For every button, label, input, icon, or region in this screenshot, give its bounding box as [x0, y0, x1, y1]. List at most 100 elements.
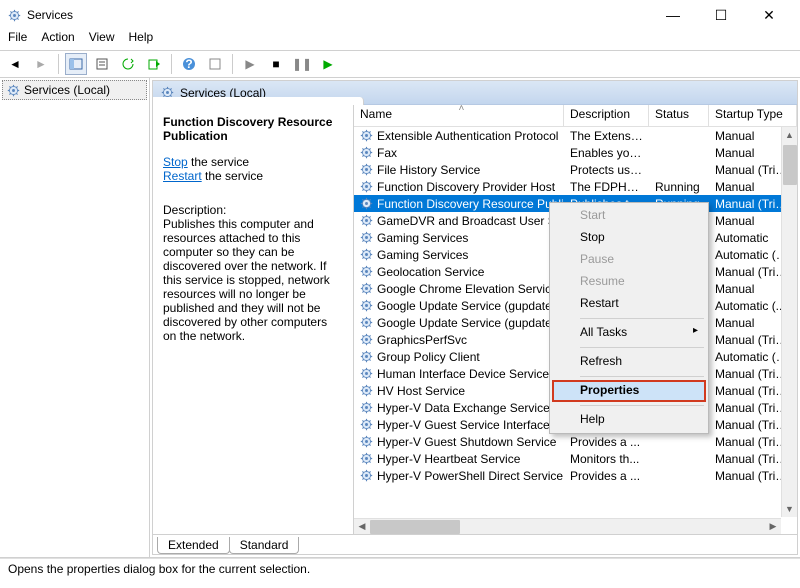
forward-button[interactable]: ►	[30, 53, 52, 75]
cell-name: Fax	[377, 146, 397, 160]
export-button[interactable]	[143, 53, 165, 75]
horizontal-scrollbar[interactable]: ◀ ▶	[354, 518, 781, 534]
ctx-stop[interactable]: Stop	[552, 227, 706, 249]
gear-icon	[360, 214, 373, 227]
ctx-refresh[interactable]: Refresh	[552, 351, 706, 373]
gear-icon	[7, 84, 20, 97]
cell-name: Gaming Services	[377, 248, 468, 262]
maximize-button[interactable]: ☐	[706, 7, 736, 24]
ctx-all-tasks[interactable]: All Tasks	[552, 322, 706, 344]
service-row[interactable]: Hyper-V Heartbeat ServiceMonitors th...M…	[354, 450, 797, 467]
menu-view[interactable]: View	[89, 30, 115, 50]
description-label: Description:	[163, 203, 343, 217]
service-row[interactable]: Hyper-V Guest Shutdown Service Provides a…	[354, 433, 797, 450]
service-row[interactable]: File History ServiceProtects use...Manua…	[354, 161, 797, 178]
refresh-button[interactable]	[117, 53, 139, 75]
ctx-properties[interactable]: Properties	[552, 380, 706, 402]
cell-name: GraphicsPerfSvc	[377, 333, 467, 347]
service-row[interactable]: Function Discovery Provider Host The FDPH…	[354, 178, 797, 195]
service-row[interactable]: FaxEnables you...Manual	[354, 144, 797, 161]
titlebar: Services — ☐ ✕	[0, 0, 800, 30]
scroll-thumb[interactable]	[783, 145, 797, 185]
pause-service-button[interactable]: ❚❚	[291, 53, 313, 75]
gear-icon	[360, 350, 373, 363]
gear-icon	[360, 452, 373, 465]
cell-name: File History Service	[377, 163, 480, 177]
scroll-thumb-h[interactable]	[370, 520, 460, 534]
vertical-scrollbar[interactable]: ▲ ▼	[781, 127, 797, 517]
ctx-pause: Pause	[552, 249, 706, 271]
gear-icon	[360, 435, 373, 448]
menu-help[interactable]: Help	[129, 30, 154, 50]
stop-service-button[interactable]: ■	[265, 53, 287, 75]
svg-text:?: ?	[185, 57, 192, 71]
close-button[interactable]: ✕	[754, 7, 784, 24]
scroll-down-icon[interactable]: ▼	[782, 501, 797, 517]
minimize-button[interactable]: —	[658, 7, 688, 24]
gear-icon	[360, 197, 373, 210]
cell-status: Running	[649, 180, 709, 194]
cell-description: The FDPHO...	[564, 180, 649, 194]
col-startup[interactable]: Startup Type	[709, 105, 797, 126]
cell-name: Function Discovery Provider Host	[377, 180, 555, 194]
cell-name: Google Update Service (gupdate	[377, 299, 552, 313]
show-hide-tree-button[interactable]	[65, 53, 87, 75]
gear-icon	[360, 282, 373, 295]
tab-extended[interactable]: Extended	[157, 537, 230, 554]
tree-root-label: Services (Local)	[24, 83, 110, 97]
cell-description: Provides a ...	[564, 435, 649, 449]
menu-file[interactable]: File	[8, 30, 27, 50]
tree-services-local[interactable]: Services (Local)	[2, 80, 147, 100]
stop-link[interactable]: Stop	[163, 155, 188, 169]
col-status[interactable]: Status	[649, 105, 709, 126]
restart-service-button[interactable]: ▶	[317, 53, 339, 75]
cell-name: HV Host Service	[377, 384, 465, 398]
start-service-button[interactable]: ▶	[239, 53, 261, 75]
cell-name: Hyper-V Guest Shutdown Service	[377, 435, 556, 449]
service-name: Function Discovery Resource Publication	[163, 115, 343, 143]
gear-icon	[360, 316, 373, 329]
detail-pane: Function Discovery Resource Publication …	[153, 105, 353, 534]
gear-icon	[360, 299, 373, 312]
gear-icon	[360, 231, 373, 244]
description-text: Publishes this computer and resources at…	[163, 217, 343, 343]
help-button-2[interactable]	[204, 53, 226, 75]
col-name[interactable]: Name	[354, 105, 564, 126]
tree-pane: Services (Local)	[0, 78, 150, 557]
column-headers: Name Description Status Startup Type	[354, 105, 797, 127]
gear-icon	[161, 86, 174, 99]
scroll-up-icon[interactable]: ▲	[782, 127, 797, 143]
gear-icon	[360, 146, 373, 159]
gear-icon	[360, 248, 373, 261]
tab-standard[interactable]: Standard	[229, 537, 300, 554]
ctx-restart[interactable]: Restart	[552, 293, 706, 315]
gear-icon	[360, 333, 373, 346]
menu-action[interactable]: Action	[41, 30, 74, 50]
cell-name: Hyper-V Heartbeat Service	[377, 452, 520, 466]
cell-name: Function Discovery Resource Public	[377, 197, 564, 211]
back-button[interactable]: ◄	[4, 53, 26, 75]
properties-button[interactable]	[91, 53, 113, 75]
cell-name: Google Chrome Elevation Servic	[377, 282, 551, 296]
restart-link[interactable]: Restart	[163, 169, 202, 183]
gear-icon	[360, 367, 373, 380]
statusbar: Opens the properties dialog box for the …	[0, 558, 800, 580]
cell-name: Extensible Authentication Protocol	[377, 129, 558, 143]
cell-description: Enables you...	[564, 146, 649, 160]
scroll-right-icon[interactable]: ▶	[765, 521, 781, 532]
cell-description: The Extensi...	[564, 129, 649, 143]
help-button[interactable]: ?	[178, 53, 200, 75]
service-row[interactable]: Extensible Authentication Protocol The Ex…	[354, 127, 797, 144]
ctx-start: Start	[552, 205, 706, 227]
scroll-left-icon[interactable]: ◀	[354, 521, 370, 532]
context-menu: Start Stop Pause Resume Restart All Task…	[549, 202, 709, 434]
cell-name: Group Policy Client	[377, 350, 480, 364]
service-row[interactable]: Hyper-V PowerShell Direct ServiceProvide…	[354, 467, 797, 484]
cell-name: Hyper-V Guest Service Interface	[377, 418, 550, 432]
cell-name: Human Interface Device Service	[377, 367, 549, 381]
ctx-help[interactable]: Help	[552, 409, 706, 431]
cell-name: Google Update Service (gupdate	[377, 316, 552, 330]
cell-name: Geolocation Service	[377, 265, 484, 279]
col-description[interactable]: Description	[564, 105, 649, 126]
gear-icon	[360, 469, 373, 482]
